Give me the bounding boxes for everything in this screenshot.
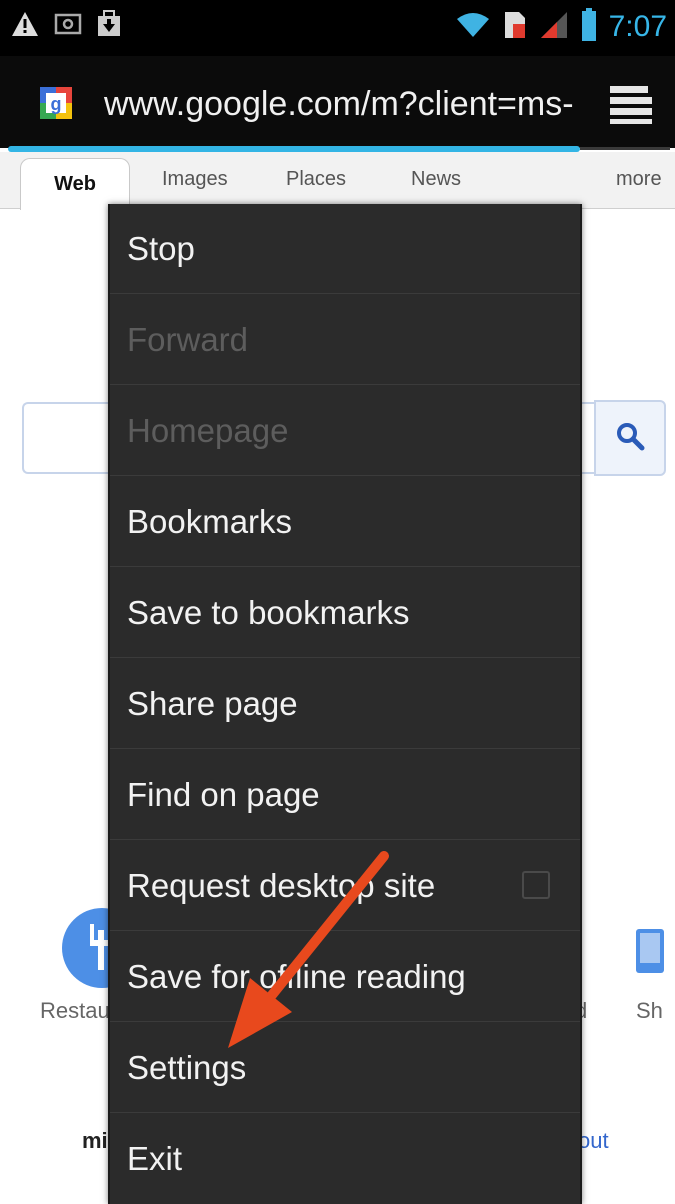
menu-item-label: Find on page [127, 775, 320, 813]
menu-item-share-page[interactable]: Share page [110, 659, 580, 749]
menu-item-label: Request desktop site [127, 866, 436, 904]
menu-item-label: Settings [127, 1048, 247, 1086]
menu-item-exit[interactable]: Exit [110, 1114, 580, 1204]
search-button[interactable] [594, 400, 666, 476]
menu-item-label: Exit [127, 1140, 183, 1177]
menu-item-label: Bookmarks [127, 502, 293, 540]
tab-places[interactable]: Places [286, 168, 346, 191]
clock: 7:07 [608, 10, 667, 43]
tab-news[interactable]: News [411, 168, 461, 191]
tabs-icon[interactable] [606, 82, 656, 126]
menu-item-find-on-page[interactable]: Find on page [110, 750, 580, 840]
battery-icon [581, 8, 597, 46]
warning-icon [10, 10, 40, 42]
page-progress-track [580, 147, 670, 150]
menu-item-forward: Forward [110, 295, 580, 385]
desktop-site-checkbox[interactable] [522, 871, 550, 899]
shopping-shortcut[interactable] [630, 925, 666, 981]
menu-item-stop[interactable]: Stop [110, 204, 580, 294]
download-icon [96, 10, 122, 42]
footer-left-text: mi [82, 1128, 108, 1153]
menu-item-label: Share page [127, 684, 298, 722]
menu-item-label: Stop [127, 229, 195, 267]
tab-more[interactable]: more [616, 168, 662, 191]
signal-icon [539, 10, 569, 44]
menu-item-bookmarks[interactable]: Bookmarks [110, 477, 580, 567]
menu-item-label: Save to bookmarks [127, 593, 410, 631]
menu-item-request-desktop-site[interactable]: Request desktop site [110, 841, 580, 931]
svg-text:g: g [51, 94, 62, 114]
menu-item-label: Save for offline reading [127, 957, 466, 995]
menu-item-settings[interactable]: Settings [110, 1023, 580, 1113]
overflow-menu: Stop Forward Homepage Bookmarks Save to … [108, 204, 582, 1204]
tab-web[interactable]: Web [20, 158, 130, 210]
status-bar: 7:07 [0, 0, 675, 56]
url-field[interactable]: www.google.com/m?client=ms- [104, 80, 574, 128]
shopping-label: Sh [636, 998, 663, 1023]
menu-item-homepage: Homepage [110, 386, 580, 476]
tab-images[interactable]: Images [162, 168, 228, 191]
search-icon [615, 421, 645, 455]
menu-item-save-to-bookmarks[interactable]: Save to bookmarks [110, 568, 580, 658]
menu-item-label: Homepage [127, 411, 289, 449]
google-favicon-icon: g [40, 87, 72, 119]
sim-icon [503, 10, 527, 44]
restaurants-label: Restau [40, 998, 110, 1023]
menu-item-label: Forward [127, 320, 249, 358]
book-icon [630, 929, 666, 985]
menu-item-save-offline[interactable]: Save for offline reading [110, 932, 580, 1022]
footer-link[interactable]: out [578, 1128, 609, 1154]
wifi-icon [455, 11, 491, 43]
image-icon [54, 12, 82, 40]
